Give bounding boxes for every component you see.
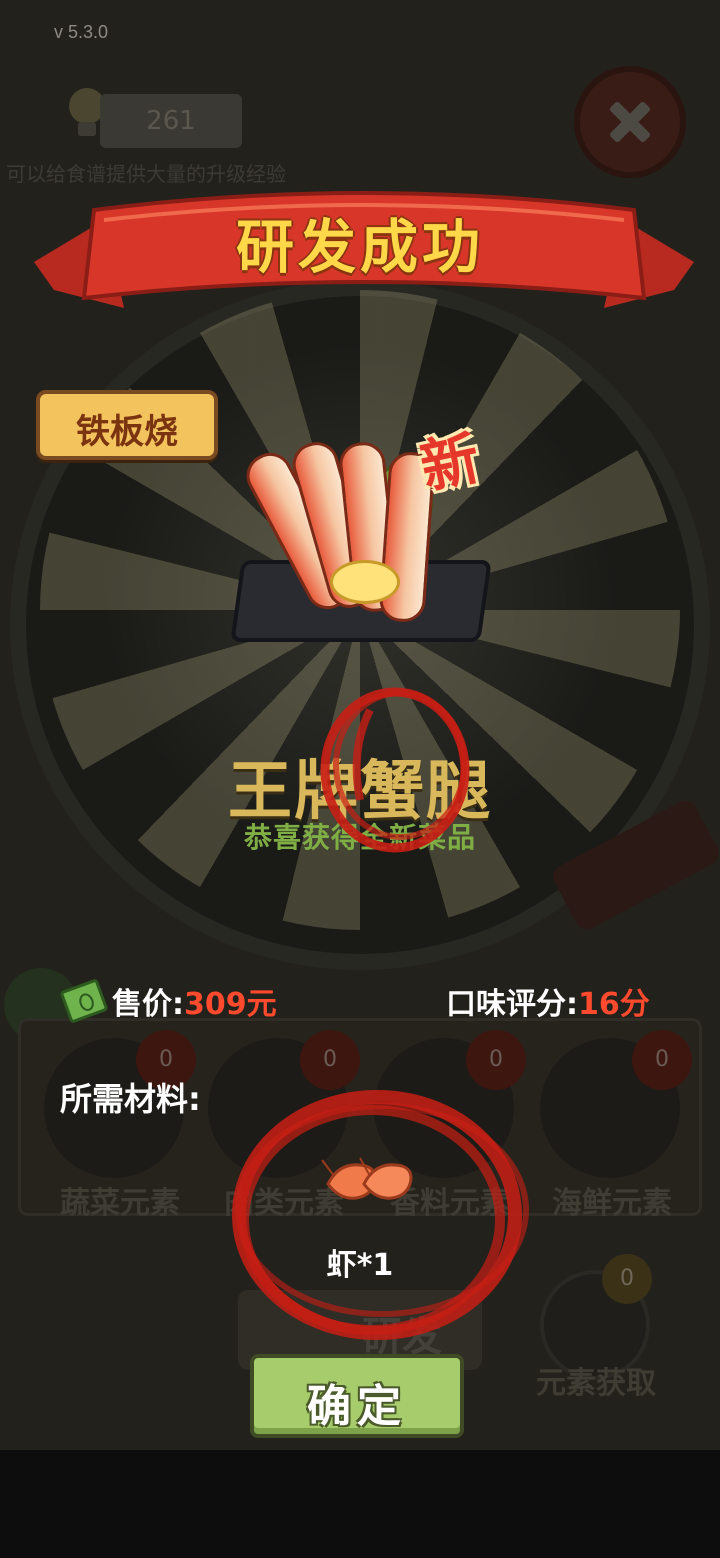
rating-row: 口味评分: 16分 <box>446 976 650 1026</box>
money-icon <box>59 978 109 1024</box>
price-row: 售价: 309元 <box>59 976 277 1026</box>
dish-subtitle: 恭喜获得全新菜品 <box>243 821 476 854</box>
shrimp-icon <box>321 1157 413 1200</box>
element-label: 海鲜元素 <box>552 1186 672 1221</box>
fetch-label: 元素获取 <box>536 1366 656 1401</box>
price-value: 309元 <box>184 987 277 1022</box>
category-label: 铁板烧 <box>76 412 178 452</box>
experience-value: 261 <box>146 106 196 136</box>
butter-pat <box>330 560 400 604</box>
element-count-badge: 0 <box>632 1030 692 1090</box>
price-label: 售价: <box>112 987 184 1022</box>
fetch-count-badge: 0 <box>602 1254 652 1304</box>
confirm-button[interactable]: 确定 <box>250 1354 464 1438</box>
material-quantity: 虾*1 <box>326 1248 394 1283</box>
experience-counter: 261 <box>100 94 242 148</box>
rating-value: 16分 <box>578 987 650 1022</box>
bottom-bar <box>0 1450 720 1558</box>
popup-title: 研发成功 <box>235 213 484 281</box>
rating-label: 口味评分: <box>446 987 578 1022</box>
category-tag: 铁板烧 <box>36 390 218 460</box>
element-count-badge: 0 <box>300 1030 360 1090</box>
element-count-badge: 0 <box>466 1030 526 1090</box>
materials-label: 所需材料: <box>60 1080 201 1118</box>
version-label: v 5.3.0 <box>54 22 109 42</box>
close-button[interactable] <box>574 66 686 178</box>
confirm-label: 确定 <box>307 1381 407 1432</box>
element-label: 蔬菜元素 <box>60 1186 180 1221</box>
